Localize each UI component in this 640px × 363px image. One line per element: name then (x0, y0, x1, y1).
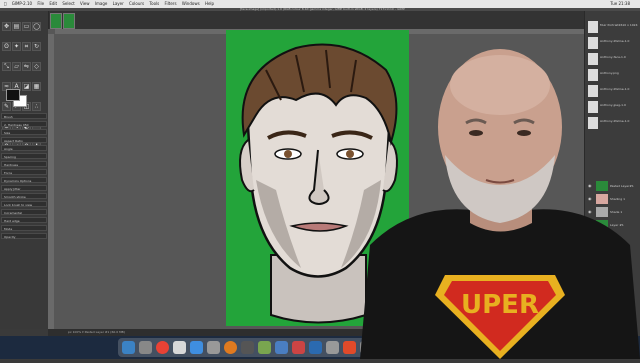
chrome-icon[interactable] (156, 341, 169, 354)
option-lock[interactable]: Lock brush to view (1, 201, 47, 207)
app-icon[interactable] (326, 341, 339, 354)
flip-icon[interactable]: ⇋ (22, 62, 31, 71)
size-slider[interactable]: Size (1, 129, 47, 135)
apple-icon[interactable]:  (4, 1, 6, 6)
menu-image[interactable]: Image (95, 1, 108, 6)
angle-slider[interactable]: Angle (1, 145, 47, 151)
gimp-icon[interactable] (241, 341, 254, 354)
launchpad-icon[interactable] (139, 341, 152, 354)
lasso-icon[interactable]: ʘ (2, 42, 11, 51)
menu-filters[interactable]: Filters (165, 1, 177, 6)
menu-clock: Tue 21:38 (610, 1, 630, 6)
crop-icon[interactable]: ⌗ (22, 42, 31, 51)
app-icon[interactable] (275, 341, 288, 354)
menu-tools[interactable]: Tools (149, 1, 159, 6)
scale-icon[interactable]: ⤡ (2, 62, 11, 71)
dock-bar (118, 338, 380, 357)
calendar-icon[interactable] (173, 341, 186, 354)
force-slider[interactable]: Force (1, 169, 47, 175)
webcam-overlay: UPER (360, 45, 640, 359)
aspect-slider[interactable]: Aspect Ratio (1, 137, 47, 143)
option-jitter[interactable]: Apply Jitter (1, 185, 47, 191)
spacing-slider[interactable]: Spacing (1, 153, 47, 159)
shear-icon[interactable]: ▱ (12, 62, 21, 71)
image-tabs (48, 11, 640, 29)
menu-file[interactable]: File (37, 1, 44, 6)
blender-icon[interactable] (224, 341, 237, 354)
image-label: Anthony-lifeline-1.0 (600, 39, 630, 43)
preferences-icon[interactable] (207, 341, 220, 354)
opacity-slider[interactable]: Opacity (1, 233, 47, 239)
menu-select[interactable]: Select (62, 1, 74, 6)
tool-options-title: Brush (1, 113, 47, 119)
presenter-video: UPER (360, 49, 640, 359)
menu-windows[interactable]: Windows (182, 1, 200, 6)
dynamics-options[interactable]: Dynamics Options (1, 177, 47, 183)
menu-layer[interactable]: Layer (113, 1, 124, 6)
option-hard-edge[interactable]: Hard edge (1, 217, 47, 223)
menu-colours[interactable]: Colours (129, 1, 144, 6)
menu-app[interactable]: GIMP-2.10 (12, 1, 32, 6)
shirt-logo-text: UPER (461, 290, 539, 320)
appstore-icon[interactable] (190, 341, 203, 354)
ruler-vertical[interactable] (48, 34, 54, 329)
color-swatches[interactable] (6, 89, 27, 107)
menu-view[interactable]: View (80, 1, 90, 6)
image-list-item[interactable]: Muir Portrait2610 x 1024 (588, 21, 640, 33)
ellipse-select-icon[interactable]: ◯ (32, 22, 41, 31)
mode-select[interactable]: Mode (1, 225, 47, 231)
foreground-color[interactable] (6, 89, 20, 101)
fuzzy-select-icon[interactable]: ✦ (12, 42, 21, 51)
rotate-icon[interactable]: ↻ (32, 42, 41, 51)
brush-select[interactable]: 2. Hardness 050 (1, 121, 47, 127)
toolbox: ✥▤▭◯ ʘ✦⌗↻ ⤡▱⇋◇ ≈A◪▦ ✎✐◫∴ ⊕∿◐✒ ⚲⊿⚲✚ Brush… (0, 11, 49, 329)
hardness-slider[interactable]: Hardness (1, 161, 47, 167)
perspective-icon[interactable]: ◇ (32, 62, 41, 71)
tool-options: Brush 2. Hardness 050 Size Aspect Ratio … (1, 113, 47, 241)
app-icon[interactable] (292, 341, 305, 354)
image-tab-2[interactable] (63, 13, 75, 29)
airbrush-icon[interactable]: ∴ (32, 102, 41, 111)
image-label: Muir Portrait2610 x 1024 (600, 23, 638, 27)
align-tool-icon[interactable]: ▤ (12, 22, 21, 31)
option-smooth[interactable]: Smooth stroke (1, 193, 47, 199)
image-tab-1[interactable] (50, 13, 62, 29)
app-icon[interactable] (343, 341, 356, 354)
rect-select-icon[interactable]: ▭ (22, 22, 31, 31)
finder-icon[interactable] (122, 341, 135, 354)
app-icon[interactable] (309, 341, 322, 354)
inkscape-icon[interactable] (258, 341, 271, 354)
menu-edit[interactable]: Edit (49, 1, 57, 6)
gradient-icon[interactable]: ▦ (32, 82, 41, 91)
option-incremental[interactable]: Incremental (1, 209, 47, 215)
image-thumb-icon (588, 21, 598, 33)
menu-help[interactable]: Help (205, 1, 214, 6)
move-tool-icon[interactable]: ✥ (2, 22, 11, 31)
